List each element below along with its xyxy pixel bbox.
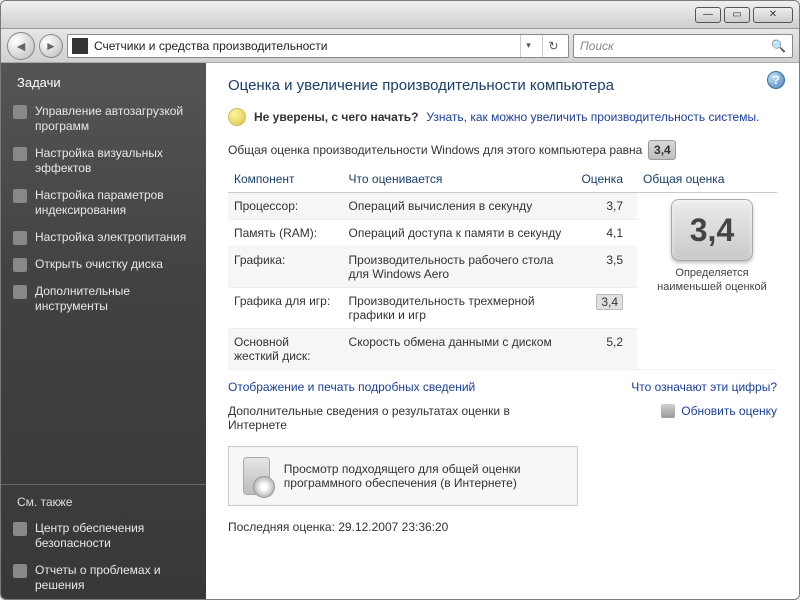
refresh-icon[interactable]: ↻ <box>542 35 564 57</box>
tasks-header: Задачи <box>1 63 206 98</box>
cell-component: Графика: <box>228 247 343 288</box>
close-button[interactable]: ✕ <box>753 7 793 23</box>
software-cd-icon <box>243 457 270 495</box>
sidebar-seealso-security-center[interactable]: Центр обеспечения безопасности <box>1 515 206 557</box>
breadcrumb-text: Счетчики и средства производительности <box>94 39 514 53</box>
shield-icon <box>661 404 675 418</box>
sidebar-item-visual-effects[interactable]: Настройка визуальных эффектов <box>1 140 206 182</box>
refresh-score-link[interactable]: Обновить оценку <box>661 404 777 418</box>
sidebar-item-power[interactable]: Настройка электропитания <box>1 224 206 251</box>
cell-component: Память (RAM): <box>228 220 343 247</box>
cell-score: 3,5 <box>575 247 637 288</box>
cell-score: 4,1 <box>575 220 637 247</box>
overall-score-line: Общая оценка производительности Windows … <box>228 140 777 160</box>
th-what: Что оценивается <box>343 166 576 193</box>
performance-table: Компонент Что оценивается Оценка Общая о… <box>228 166 777 370</box>
cell-overall: 3,4 Определяется наименьшей оценкой <box>637 193 777 370</box>
maximize-button[interactable]: ▭ <box>724 7 750 23</box>
more-info-text: Дополнительные сведения о результатах оц… <box>228 404 528 432</box>
cell-score: 3,7 <box>575 193 637 220</box>
th-overall: Общая оценка <box>637 166 777 193</box>
control-panel-icon <box>72 38 88 54</box>
lightbulb-icon <box>228 108 246 126</box>
what-numbers-mean-link[interactable]: Что означают эти цифры? <box>631 380 777 394</box>
big-score-caption: Определяется наименьшей оценкой <box>657 267 767 295</box>
page-title: Оценка и увеличение производительности к… <box>228 77 777 94</box>
titlebar: ― ▭ ✕ <box>1 1 799 29</box>
software-suggestion-box[interactable]: Просмотр подходящего для общей оценки пр… <box>228 446 578 506</box>
cell-what: Операций вычисления в секунду <box>343 193 576 220</box>
seealso-header: См. также <box>1 484 206 515</box>
hint-row: Не уверены, с чего начать? Узнать, как м… <box>228 108 777 126</box>
details-print-link[interactable]: Отображение и печать подробных сведений <box>228 380 475 394</box>
forward-button[interactable]: ► <box>39 34 63 58</box>
th-score: Оценка <box>575 166 637 193</box>
cell-component: Графика для игр: <box>228 288 343 329</box>
search-icon: 🔍 <box>771 39 786 53</box>
cell-score: 3,4 <box>575 288 637 329</box>
overall-score-badge: 3,4 <box>648 140 676 160</box>
hint-learn-link[interactable]: Узнать, как можно увеличить производител… <box>426 110 759 124</box>
cell-what: Операций доступа к памяти в секунду <box>343 220 576 247</box>
breadcrumb-dropdown-icon[interactable]: ▾ <box>520 35 536 57</box>
cell-score: 5,2 <box>575 329 637 370</box>
cell-what: Производительность рабочего стола для Wi… <box>343 247 576 288</box>
sidebar: Задачи Управление автозагрузкой программ… <box>1 63 206 599</box>
last-evaluation: Последняя оценка: 29.12.2007 23:36:20 <box>228 520 777 534</box>
sidebar-item-startup[interactable]: Управление автозагрузкой программ <box>1 98 206 140</box>
sidebar-item-advanced-tools[interactable]: Дополнительные инструменты <box>1 278 206 320</box>
sidebar-seealso-problem-reports[interactable]: Отчеты о проблемах и решения <box>1 557 206 599</box>
cell-component: Основной жесткий диск: <box>228 329 343 370</box>
big-score-badge: 3,4 <box>671 199 753 261</box>
address-bar: ◄ ► Счетчики и средства производительнос… <box>1 29 799 63</box>
cell-component: Процессор: <box>228 193 343 220</box>
sidebar-item-indexing[interactable]: Настройка параметров индексирования <box>1 182 206 224</box>
help-icon[interactable]: ? <box>767 71 785 89</box>
table-row: Процессор:Операций вычисления в секунду3… <box>228 193 777 220</box>
cell-what: Скорость обмена данными с диском <box>343 329 576 370</box>
search-input[interactable]: Поиск 🔍 <box>573 34 793 58</box>
back-button[interactable]: ◄ <box>7 32 35 60</box>
overall-score-text: Общая оценка производительности Windows … <box>228 143 642 157</box>
search-placeholder: Поиск <box>580 39 614 53</box>
cell-what: Производительность трехмерной графики и … <box>343 288 576 329</box>
th-component: Компонент <box>228 166 343 193</box>
hint-question: Не уверены, с чего начать? <box>254 110 418 124</box>
software-suggestion-text: Просмотр подходящего для общей оценки пр… <box>284 462 563 490</box>
minimize-button[interactable]: ― <box>695 7 721 23</box>
content-area: ? Оценка и увеличение производительности… <box>206 63 799 599</box>
breadcrumb-bar[interactable]: Счетчики и средства производительности ▾… <box>67 34 569 58</box>
sidebar-item-disk-cleanup[interactable]: Открыть очистку диска <box>1 251 206 278</box>
